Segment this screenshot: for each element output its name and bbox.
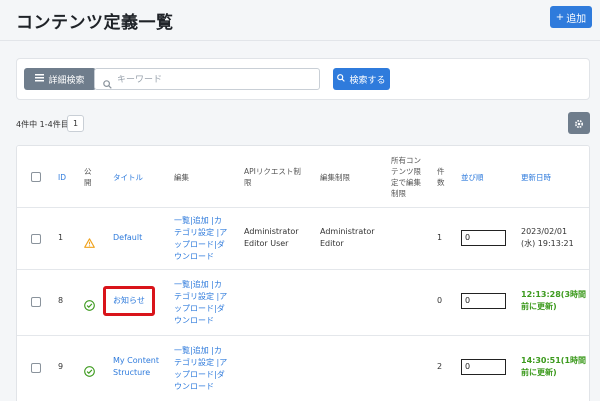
header-divider — [0, 40, 600, 41]
row-id: 8 — [58, 296, 64, 305]
plus-icon: + — [555, 11, 565, 23]
row-id: 9 — [58, 362, 64, 371]
add-button[interactable]: + 追加 — [550, 6, 592, 28]
search-panel: 詳細検索 検索する — [16, 58, 590, 100]
row-api-limit: Administrator Editor User — [244, 227, 299, 248]
header-owner-limit: 所有コン テンツ限 定で編集 制限 — [391, 156, 421, 198]
row-checkbox[interactable] — [31, 363, 41, 373]
header-edit-limit: 編集制限 — [320, 173, 350, 182]
row-count: 0 — [437, 296, 443, 305]
row-edit-limit: Administrator Editor — [320, 227, 375, 248]
header-updated[interactable]: 更新日時 — [521, 172, 551, 183]
row-updated: 14:30:51(1時間 前に更新) — [521, 356, 587, 377]
row-order-input[interactable]: 0 — [461, 293, 506, 309]
content-table: ID 公 開 タイトル 編集 APIリクエスト制 限 編集制限 所有コン テンツ… — [16, 145, 590, 401]
row-checkbox[interactable] — [31, 234, 41, 244]
settings-button[interactable] — [568, 112, 590, 134]
row-id: 1 — [58, 233, 64, 242]
advanced-search-label: 詳細検索 — [48, 75, 85, 86]
search-button-label: 検索する — [349, 75, 386, 86]
header-api-limit: APIリクエスト制 限 — [244, 167, 301, 187]
advanced-search-button[interactable]: 詳細検索 — [24, 68, 96, 90]
header-order[interactable]: 並び順 — [461, 172, 484, 183]
check-circle-icon — [84, 362, 95, 381]
row-checkbox[interactable] — [31, 297, 41, 307]
row-edit-links[interactable]: 一覧|追加 |カ テゴリ設定 |ア ップロード|ダ ウンロード — [174, 345, 227, 393]
table-header: ID 公 開 タイトル 編集 APIリクエスト制 限 編集制限 所有コン テンツ… — [17, 146, 589, 208]
check-circle-icon — [84, 296, 95, 315]
warning-icon — [84, 233, 95, 252]
header-public: 公 開 — [84, 167, 92, 187]
header-count: 件 数 — [437, 167, 445, 187]
row-count: 2 — [437, 362, 443, 371]
row-edit-links[interactable]: 一覧|追加 |カ テゴリ設定 |ア ップロード|ダ ウンロード — [174, 279, 227, 327]
row-updated: 2023/02/01 (水) 19:13:21 — [521, 227, 574, 248]
row-order-input[interactable]: 0 — [461, 359, 506, 375]
header-title[interactable]: タイトル — [113, 172, 143, 183]
add-button-label: 追加 — [566, 13, 587, 25]
page-button-current[interactable]: 1 — [67, 115, 84, 132]
page-title: コンテンツ定義一覧 — [16, 13, 174, 33]
row-title-link[interactable]: Default — [113, 232, 142, 244]
search-icon — [103, 74, 112, 93]
table-row: 1 Default 一覧|追加 |カ テゴリ設定 |ア ップロード|ダ ウンロー… — [17, 208, 589, 270]
select-all-checkbox[interactable] — [31, 172, 41, 182]
header-id[interactable]: ID — [58, 172, 66, 183]
row-order-input[interactable]: 0 — [461, 230, 506, 246]
row-edit-links[interactable]: 一覧|追加 |カ テゴリ設定 |ア ップロード|ダ ウンロード — [174, 215, 227, 263]
table-row: 9 My Content Structure 一覧|追加 |カ テゴリ設定 |ア… — [17, 336, 589, 401]
list-icon — [35, 73, 45, 85]
search-button[interactable]: 検索する — [333, 68, 390, 90]
search-field[interactable] — [94, 68, 320, 90]
row-title-link[interactable]: My Content Structure — [113, 355, 159, 379]
table-row: 8 お知らせ 一覧|追加 |カ テゴリ設定 |ア ップロード|ダ ウンロード 0… — [17, 270, 589, 336]
highlight-box — [103, 286, 155, 316]
gear-icon — [574, 114, 584, 133]
search-icon — [337, 73, 346, 85]
row-count: 1 — [437, 233, 443, 242]
page: コンテンツ定義一覧 + 追加 詳細検索 検索する 4件中 1-4件目 1 — [0, 0, 600, 401]
header-edit: 編集 — [174, 173, 189, 182]
result-count: 4件中 1-4件目 — [16, 120, 69, 129]
row-updated: 12:13:28(3時間 前に更新) — [521, 290, 587, 311]
search-input[interactable] — [117, 72, 313, 87]
